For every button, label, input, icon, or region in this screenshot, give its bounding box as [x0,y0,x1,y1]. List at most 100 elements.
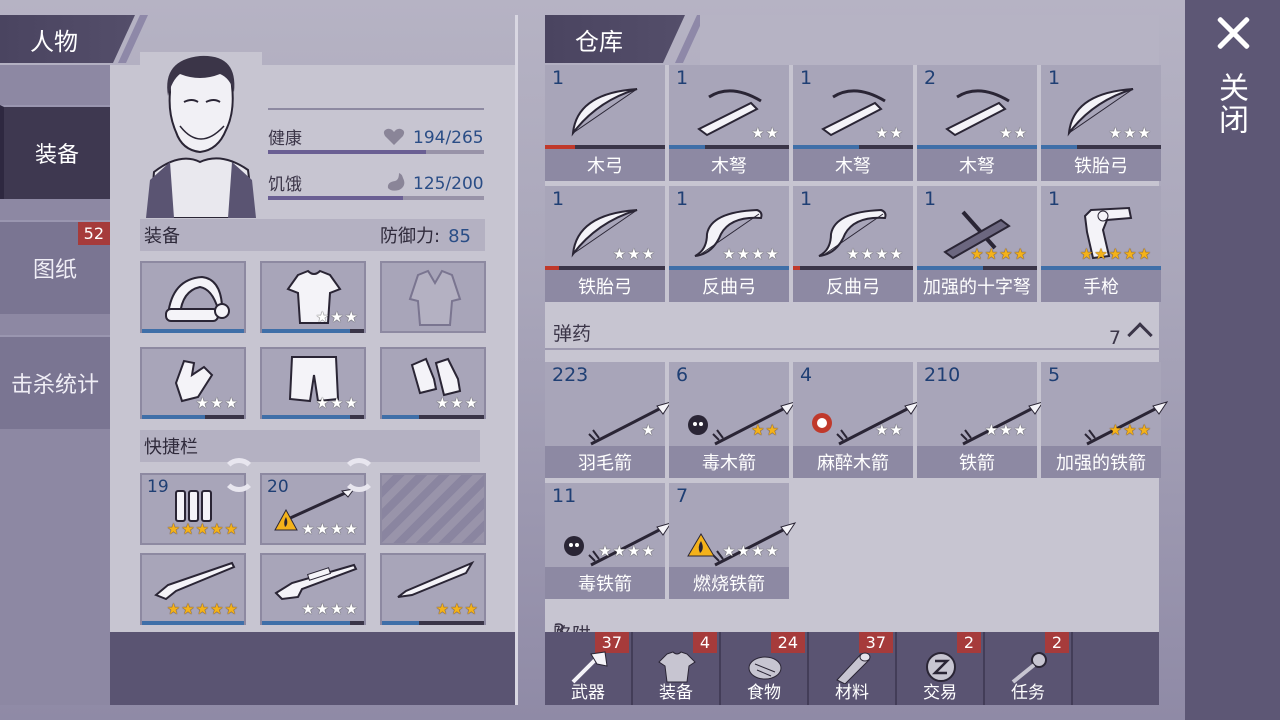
ammo-item[interactable]: 11 ★ ★ ★ ★ 毒铁箭 [545,483,673,599]
warehouse-item[interactable]: 1 ★ ★ 木弩 [793,65,913,181]
ammo-item[interactable]: 210 ★ ★ ★ 铁箭 [917,362,1045,478]
defense-value: 85 [448,226,471,247]
item-name: 木弩 [793,149,913,181]
star-icon: ★ [889,124,903,142]
quickbar-section-header: 快捷栏 [140,430,480,462]
meat-icon [748,656,782,680]
category-food[interactable]: 24 食物 [721,632,809,705]
equip-slot-outer[interactable] [380,261,486,333]
tab-kill-stats[interactable]: 击杀统计 [0,335,110,429]
rating-stars: ★ ★ ★ ★ [846,247,903,262]
item-name: 木弩 [917,149,1037,181]
equip-slot-head[interactable] [140,261,246,333]
warehouse-item[interactable]: 1 ★ ★ 木弩 [669,65,789,181]
item-count: 2 [924,67,937,89]
star-icon: ★ [736,245,751,263]
rating-stars: ★ ★ [751,423,779,438]
swap-icon[interactable] [342,458,376,492]
quickbar-slot-4[interactable]: ★ ★ ★ ★ [260,553,366,625]
ammo-section-header[interactable]: 弹药 7 [545,316,1159,350]
star-icon: ★ [751,124,765,142]
rating-stars: ★ ★ ★ ★ [722,544,779,559]
ammo-count: 7 [676,485,689,507]
tab-equipment[interactable]: 装备 [0,105,110,199]
star-icon: ★ [627,542,641,560]
category-trade[interactable]: 2 交易 [897,632,985,705]
rating-stars: ★ ★ ★ ★ [970,247,1027,262]
ammo-name: 麻醉木箭 [793,446,913,478]
tab-blueprints[interactable]: 图纸 52 [0,220,110,314]
equip-slot-hands[interactable]: ★ ★ ★ [140,347,246,419]
health-value: 194/265 [413,128,484,148]
quickbar-slot-3[interactable]: ★ ★ ★ ★ ★ [140,553,246,625]
equip-slot-body[interactable]: ★ ★ ★ [260,261,366,333]
rating-stars: ★ ★ ★ [985,423,1027,438]
tab-kill-stats-label: 击杀统计 [10,373,99,398]
equip-slot-legs[interactable]: ★ ★ ★ [260,347,366,419]
ammo-item[interactable]: 7 ★ ★ ★ ★ 燃烧铁箭 [669,483,797,599]
warehouse-item[interactable]: 1 ★ ★ ★ 铁胎弓 [1041,65,1161,181]
star-icon: ★ [984,245,999,263]
ammo-count-value: 7 [1108,326,1121,349]
quickbar-slot-empty[interactable] [380,473,486,545]
star-icon: ★ [1094,245,1108,263]
rating-stars: ★ ★ ★ [195,394,238,412]
star-icon: ★ [598,542,612,560]
rating-stars: ★ ★ ★ [1109,423,1151,438]
warehouse-item[interactable]: 1 木弓 [545,65,665,181]
star-icon: ★ [1013,421,1027,439]
star-icon: ★ [970,245,984,263]
warehouse-item[interactable]: 1 ★ ★ ★ ★ 反曲弓 [669,186,789,302]
star-icon: ★ [612,245,627,263]
ammo-name: 铁箭 [917,446,1037,478]
left-tab-column: 装备 图纸 52 击杀统计 [0,65,110,705]
warehouse-item[interactable]: 2 ★ ★ 木弩 [917,65,1037,181]
category-tasks[interactable]: 2 任务 [985,632,1073,705]
category-materials[interactable]: 37 材料 [809,632,897,705]
swap-icon[interactable] [222,458,256,492]
stomach-icon [387,173,405,191]
star-icon: ★ [875,421,889,439]
warehouse-item[interactable]: 1 ★ ★ ★ ★ ★ 手枪 [1041,186,1161,302]
category-weapons[interactable]: 37 武器 [545,632,633,705]
rating-stars: ★ ★ [751,126,779,141]
star-icon: ★ [641,542,655,560]
shotgun-icon [154,561,236,601]
rifle-icon [274,563,358,601]
item-name: 铁胎弓 [545,270,665,302]
ammo-item[interactable]: 5 ★ ★ ★ 加强的铁箭 [1041,362,1169,478]
machete-icon [397,560,475,598]
panel-divider [515,15,518,705]
rating-stars: ★ ★ ★ [435,600,478,618]
close-icon[interactable] [1216,16,1250,50]
character-header: 人物 [0,15,135,63]
quickbar-slot-5[interactable]: ★ ★ ★ [380,553,486,625]
warehouse-item[interactable]: 1 ★ ★ ★ 铁胎弓 [545,186,665,302]
category-equipment[interactable]: 4 装备 [633,632,721,705]
close-label[interactable]: 关闭 [1212,72,1252,136]
ammo-name: 毒铁箭 [545,567,665,599]
warehouse-item[interactable]: 1 ★ ★ ★ ★ 加强的十字弩 [917,186,1037,302]
item-count: 1 [1048,188,1061,210]
equip-slot-feet[interactable]: ★ ★ ★ [380,347,486,419]
item-name: 反曲弓 [669,270,789,302]
key-icon [1011,652,1047,684]
ammo-title: 弹药 [553,322,592,345]
star-icon: ★ [751,245,765,263]
star-icon: ★ [765,542,779,560]
item-name: 木弓 [545,149,665,181]
bow-icon [571,88,638,137]
ammo-name: 羽毛箭 [545,446,665,478]
warehouse-item[interactable]: 1 ★ ★ ★ ★ 反曲弓 [793,186,913,302]
star-icon: ★ [1137,421,1151,439]
star-icon: ★ [889,245,903,263]
star-icon: ★ [889,421,903,439]
coin-icon [926,652,956,682]
item-count: 1 [552,188,565,210]
star-icon: ★ [984,421,999,439]
ammo-item[interactable]: 6 ★ ★ 毒木箭 [669,362,797,478]
ammo-item[interactable]: 223 ★ 羽毛箭 [545,362,673,478]
ammo-item[interactable]: 4 ★ ★ 麻醉木箭 [793,362,921,478]
rating-stars: ★ ★ ★ ★ [598,544,655,559]
rating-stars: ★ ★ ★ ★ ★ [1080,247,1151,262]
